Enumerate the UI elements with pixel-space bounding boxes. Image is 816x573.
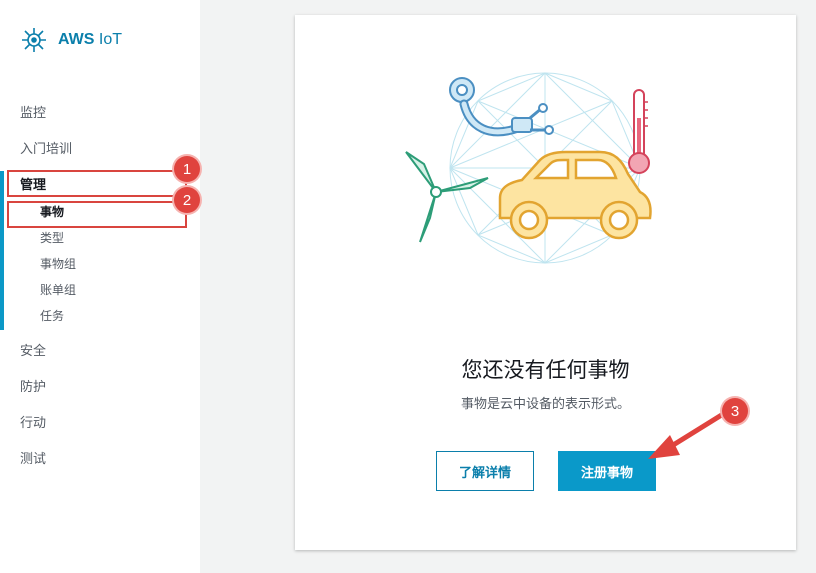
brand[interactable]: AWS IoT [20,26,122,54]
nav-manage-jobs[interactable]: 任务 [40,308,64,324]
iot-illustration [405,72,652,264]
aws-iot-icon [22,28,46,52]
nav-defend[interactable]: 防护 [20,380,46,396]
nav-manage-types[interactable]: 类型 [40,230,64,246]
learn-more-button[interactable]: 了解详情 [436,451,534,491]
nav-test[interactable]: 测试 [20,452,46,468]
nav-manage-thing-groups[interactable]: 事物组 [40,256,76,272]
sidebar: AWS IoT 监控 入门培训 管理 事物 类型 事物组 账单组 任务 安全 防… [0,0,200,573]
highlight-things [7,201,187,228]
empty-state-title: 您还没有任何事物 [461,358,630,382]
car-graphic [498,150,652,240]
nav-secure[interactable]: 安全 [20,344,46,360]
annotation-badge-2: 2 [174,187,200,213]
annotation-badge-1: 1 [174,156,200,182]
highlight-manage [7,170,187,197]
annotation-badge-3: 3 [722,398,748,424]
active-section-indicator [0,171,4,330]
nav-act[interactable]: 行动 [20,416,46,432]
nav-onboard[interactable]: 入门培训 [20,142,72,158]
nav-monitor[interactable]: 监控 [20,106,46,122]
nav-manage-billing-groups[interactable]: 账单组 [40,282,76,298]
thermometer-graphic [628,89,650,174]
brand-name: AWS IoT [58,31,123,48]
